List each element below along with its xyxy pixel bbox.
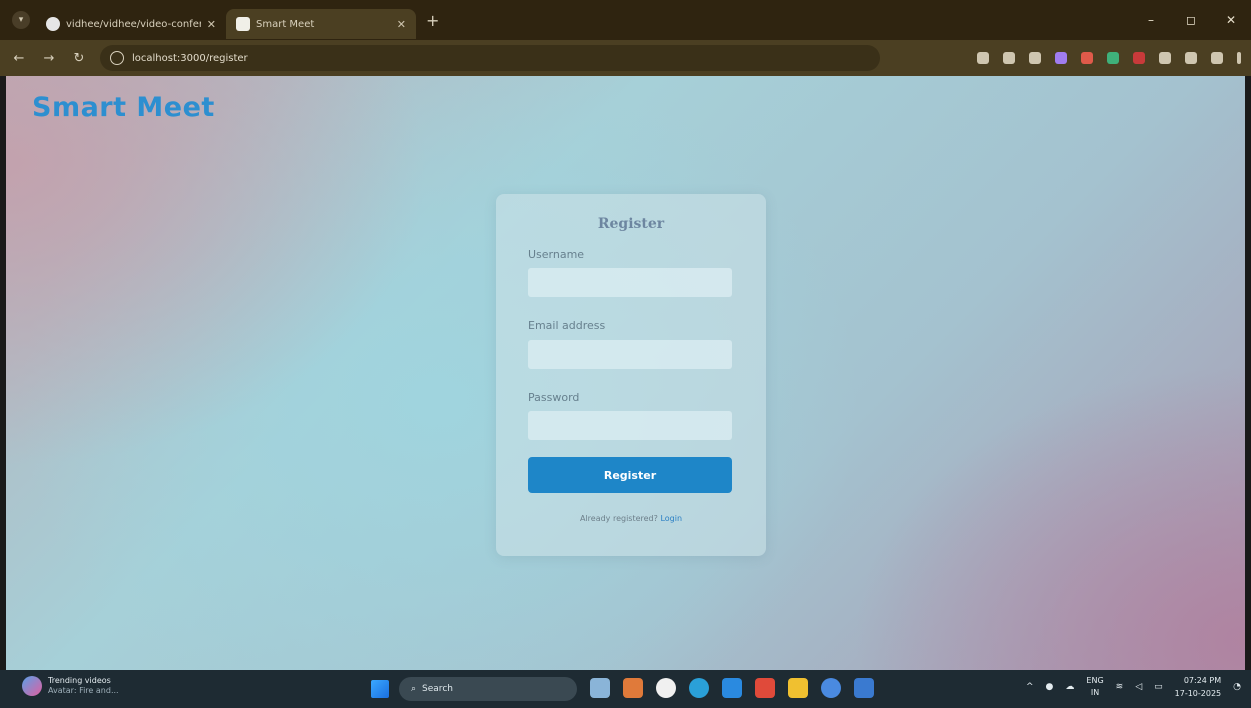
password-input[interactable] xyxy=(528,411,732,440)
app-icon[interactable] xyxy=(854,678,874,698)
minimize-button[interactable]: – xyxy=(1131,13,1171,27)
notification-bell-icon[interactable]: ◔ xyxy=(1233,682,1241,692)
region-code: IN xyxy=(1090,688,1100,697)
extension-icon[interactable] xyxy=(1133,52,1145,64)
close-window-button[interactable]: ✕ xyxy=(1211,13,1251,27)
app-icon[interactable] xyxy=(623,678,643,698)
page-viewport: Smart Meet Register Username Email addre… xyxy=(6,76,1245,670)
browser-tab-strip: ▾ vidhee/vidhee/video-conferen... ✕ Smar… xyxy=(0,0,1251,40)
username-input[interactable] xyxy=(528,268,732,297)
volume-icon[interactable]: ◁ xyxy=(1135,682,1142,692)
wifi-icon[interactable]: ≋ xyxy=(1116,682,1124,692)
login-prompt-text: Already registered? xyxy=(579,514,658,523)
tray-icon[interactable]: ● xyxy=(1046,682,1054,692)
browser-tab-active[interactable]: Smart Meet ✕ xyxy=(226,9,416,39)
email-input[interactable] xyxy=(528,340,732,369)
widget-title: Trending videos xyxy=(48,676,111,685)
clock-time: 07:24 PM xyxy=(1183,676,1222,685)
widget-subtitle: Avatar: Fire and... xyxy=(48,686,119,695)
translate-icon[interactable] xyxy=(1003,52,1015,64)
more-menu-icon[interactable] xyxy=(1237,52,1241,64)
extension-icons xyxy=(977,40,1241,76)
address-bar[interactable]: localhost:3000/register xyxy=(100,45,880,71)
address-text: localhost:3000/register xyxy=(132,52,248,64)
reload-icon[interactable]: ↻ xyxy=(68,51,90,66)
system-tray: ^ ● ☁ ENG IN ≋ ◁ ▭ 07:24 PM 17-10-2025 ◔ xyxy=(1026,674,1241,700)
clock[interactable]: 07:24 PM 17-10-2025 xyxy=(1175,674,1222,700)
profile-icon[interactable] xyxy=(1211,52,1223,64)
extension-icon[interactable] xyxy=(1107,52,1119,64)
cast-icon[interactable] xyxy=(977,52,989,64)
password-label: Password xyxy=(528,391,580,404)
extension-icon[interactable] xyxy=(1081,52,1093,64)
brave-icon[interactable] xyxy=(755,678,775,698)
tab-search-icon[interactable]: ▾ xyxy=(12,11,30,29)
login-prompt: Already registered? Login xyxy=(496,514,766,523)
search-placeholder: Search xyxy=(422,684,453,694)
register-button[interactable]: Register xyxy=(528,457,732,493)
search-icon: ⌕ xyxy=(411,684,417,694)
task-view-icon[interactable] xyxy=(590,678,610,698)
forward-arrow-icon[interactable]: → xyxy=(38,51,60,66)
puzzle-icon[interactable] xyxy=(1159,52,1171,64)
username-label: Username xyxy=(528,248,585,261)
tab-title: vidhee/vidhee/video-conferen... xyxy=(66,18,201,30)
clock-date: 17-10-2025 xyxy=(1174,689,1222,698)
tab-close-icon[interactable]: ✕ xyxy=(397,18,406,31)
edge-icon[interactable] xyxy=(689,678,709,698)
app-icon[interactable] xyxy=(656,678,676,698)
form-title: Register xyxy=(597,216,665,232)
widget-icon xyxy=(22,676,42,696)
pinned-apps xyxy=(590,678,874,698)
vscode-icon[interactable] xyxy=(722,678,742,698)
back-arrow-icon[interactable]: ← xyxy=(8,51,30,66)
chrome-icon[interactable] xyxy=(821,678,841,698)
house-icon xyxy=(236,17,250,31)
new-tab-button[interactable]: + xyxy=(426,11,439,30)
download-icon[interactable] xyxy=(1185,52,1197,64)
app-brand: Smart Meet xyxy=(32,92,215,123)
taskbar-search[interactable]: ⌕ Search xyxy=(399,677,577,701)
tab-title: Smart Meet xyxy=(256,18,315,30)
login-link[interactable]: Login xyxy=(660,514,682,523)
maximize-button[interactable]: ◻ xyxy=(1171,13,1211,27)
cloud-icon[interactable]: ☁ xyxy=(1065,682,1074,692)
news-widget[interactable]: Trending videos Avatar: Fire and... xyxy=(22,676,119,696)
star-icon[interactable] xyxy=(1029,52,1041,64)
github-icon xyxy=(46,17,60,31)
extension-icon[interactable] xyxy=(1055,52,1067,64)
site-info-icon[interactable] xyxy=(110,51,124,65)
language-code: ENG xyxy=(1086,676,1104,685)
os-taskbar: Trending videos Avatar: Fire and... ⌕ Se… xyxy=(0,670,1251,708)
file-explorer-icon[interactable] xyxy=(788,678,808,698)
window-controls: – ◻ ✕ xyxy=(1131,0,1251,40)
browser-tab[interactable]: vidhee/vidhee/video-conferen... ✕ xyxy=(36,9,226,39)
browser-toolbar: ← → ↻ localhost:3000/register xyxy=(0,40,1251,76)
battery-icon[interactable]: ▭ xyxy=(1154,682,1163,692)
windows-start-icon[interactable] xyxy=(371,680,389,698)
language-indicator[interactable]: ENG IN xyxy=(1086,675,1103,699)
email-label: Email address xyxy=(528,319,606,332)
tab-close-icon[interactable]: ✕ xyxy=(207,18,216,31)
chevron-up-icon[interactable]: ^ xyxy=(1026,682,1034,692)
register-card: Register Username Email address Password… xyxy=(496,194,766,556)
